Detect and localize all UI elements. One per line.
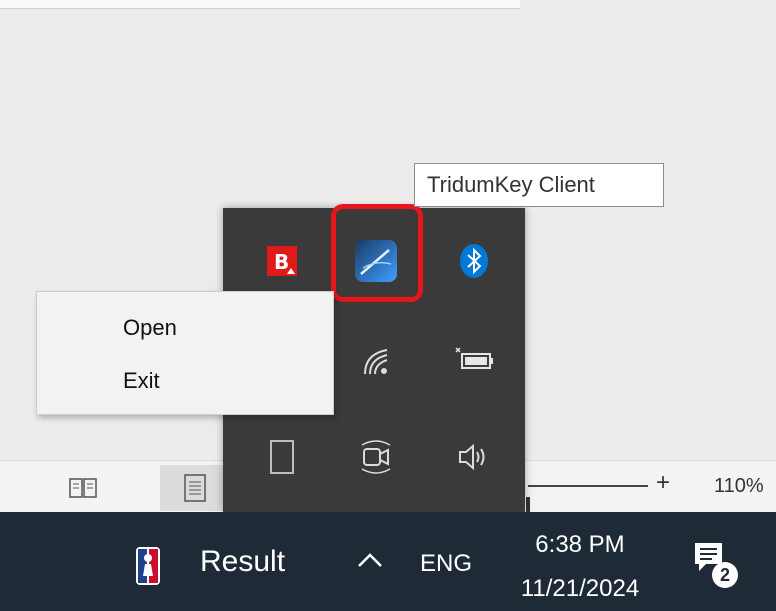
tablet-icon[interactable]	[239, 414, 325, 500]
book-icon	[69, 478, 97, 498]
taskbar: Result ENG 6:38 PM 11/21/2024 2	[0, 512, 776, 611]
zoom-level[interactable]: 110%	[714, 475, 764, 498]
notification-badge: 2	[712, 562, 738, 588]
svg-text:B: B	[274, 250, 289, 274]
wifi-icon[interactable]	[333, 318, 419, 404]
read-mode-button[interactable]	[48, 465, 118, 511]
tooltip: TridumKey Client	[414, 163, 664, 207]
clock-date: 11/21/2024	[520, 575, 640, 602]
clock-time: 6:38 PM	[535, 531, 625, 558]
zoom-control: + 110%	[526, 461, 776, 521]
volume-icon[interactable]	[431, 414, 517, 500]
clock[interactable]: 6:38 PM 11/21/2024	[505, 530, 655, 604]
context-menu: Open Exit	[36, 291, 334, 415]
chevron-up-icon[interactable]	[355, 548, 385, 577]
taskbar-result-label[interactable]: Result	[200, 545, 285, 579]
window-edge	[0, 0, 520, 9]
battery-icon[interactable]	[431, 318, 517, 404]
bluetooth-icon[interactable]	[431, 218, 517, 304]
nba-icon[interactable]	[135, 546, 161, 591]
zoom-slider[interactable]	[526, 485, 648, 521]
print-layout-button[interactable]	[160, 465, 230, 511]
language-indicator[interactable]: ENG	[420, 550, 472, 578]
notification-center-button[interactable]: 2	[692, 540, 738, 588]
meet-now-icon[interactable]	[333, 414, 419, 500]
menu-item-exit[interactable]: Exit	[37, 355, 333, 407]
highlight-box	[331, 204, 423, 302]
page-icon	[184, 474, 206, 502]
zoom-in-button[interactable]: +	[656, 469, 670, 497]
menu-item-open[interactable]: Open	[37, 302, 333, 354]
tooltip-text: TridumKey Client	[427, 172, 595, 197]
